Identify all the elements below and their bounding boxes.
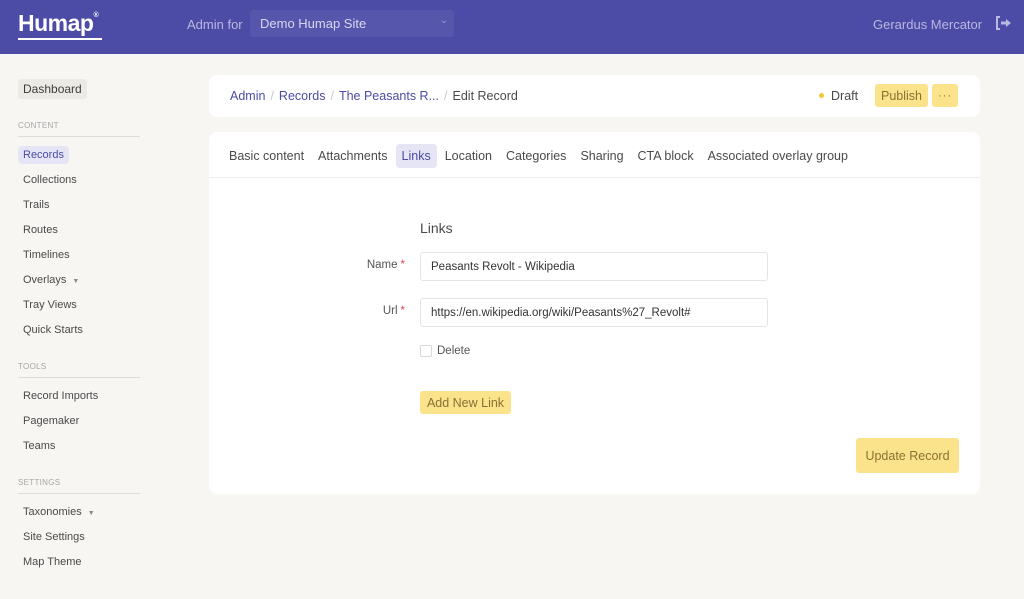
breadcrumb-records[interactable]: Records [279, 89, 326, 103]
sidebar-item-quick-starts[interactable]: Quick Starts [18, 321, 88, 339]
tab-bar: Basic content Attachments Links Location… [223, 144, 856, 168]
registered-mark: ® [93, 12, 99, 19]
caret-down-icon: ▼ [87, 510, 95, 517]
top-bar: Humap® Admin for Demo Humap Site ⌄ Gerar… [0, 0, 1024, 54]
breadcrumb-current: Edit Record [452, 89, 518, 103]
label-text: Url [382, 305, 398, 317]
name-input[interactable] [420, 252, 768, 281]
sidebar-item-pagemaker[interactable]: Pagemaker [18, 412, 84, 430]
tab-associated-overlay-group[interactable]: Associated overlay group [702, 144, 854, 168]
breadcrumb-separator: / [444, 89, 448, 103]
sidebar: Dashboard CONTENT Records Collections Tr… [0, 54, 160, 599]
breadcrumb-record[interactable]: The Peasants R... [339, 89, 439, 103]
logo-underline [18, 38, 102, 40]
required-mark: * [400, 259, 405, 271]
chevron-down-icon: ⌄ [439, 15, 448, 26]
user-name[interactable]: Gerardus Mercator [873, 17, 982, 32]
sidebar-item-label: Taxonomies [23, 506, 82, 518]
sidebar-item-taxonomies[interactable]: Taxonomies ▼ [18, 503, 100, 521]
sidebar-item-routes[interactable]: Routes [18, 221, 63, 239]
tabs-divider [209, 177, 980, 178]
sidebar-item-site-settings[interactable]: Site Settings [18, 528, 90, 546]
sidebar-item-records[interactable]: Records [18, 146, 69, 164]
form-title: Links [420, 220, 453, 236]
breadcrumb-admin[interactable]: Admin [230, 89, 265, 103]
tab-basic-content[interactable]: Basic content [223, 144, 310, 168]
sidebar-item-label: Overlays [23, 274, 67, 286]
publish-button[interactable]: Publish [875, 84, 928, 107]
breadcrumb-separator: / [330, 89, 334, 103]
sidebar-item-teams[interactable]: Teams [18, 437, 60, 455]
url-input[interactable] [420, 298, 768, 327]
breadcrumb-bar: Admin / Records / The Peasants R... / Edit Rec… [209, 75, 980, 117]
site-select-value: Demo Humap Site [260, 16, 367, 31]
section-title-content: CONTENT [18, 121, 140, 137]
status-dot-icon [819, 93, 824, 99]
more-options-button[interactable]: ··· [932, 84, 958, 107]
sidebar-item-record-imports[interactable]: Record Imports [18, 387, 103, 405]
status-badge: Draft [819, 89, 858, 103]
delete-label: Delete [437, 345, 471, 357]
breadcrumb: Admin / Records / The Peasants R... / Edit Rec… [230, 89, 518, 103]
url-label: Url * [325, 305, 405, 317]
tab-location[interactable]: Location [439, 144, 498, 168]
section-title-tools: TOOLS [18, 362, 140, 378]
logout-icon[interactable] [994, 15, 1012, 34]
sidebar-item-timelines[interactable]: Timelines [18, 246, 75, 264]
caret-down-icon: ▼ [72, 278, 80, 285]
add-new-link-button[interactable]: Add New Link [420, 391, 511, 414]
sidebar-item-tray-views[interactable]: Tray Views [18, 296, 82, 314]
name-label: Name * [325, 259, 405, 271]
sidebar-item-map-theme[interactable]: Map Theme [18, 553, 87, 571]
admin-for-label: Admin for [187, 17, 243, 32]
tab-categories[interactable]: Categories [500, 144, 572, 168]
sidebar-item-trails[interactable]: Trails [18, 196, 54, 214]
update-record-button[interactable]: Update Record [856, 438, 959, 473]
tab-attachments[interactable]: Attachments [312, 144, 393, 168]
sidebar-item-overlays[interactable]: Overlays ▼ [18, 271, 84, 289]
sidebar-item-dashboard[interactable]: Dashboard [18, 79, 87, 99]
tab-cta-block[interactable]: CTA block [632, 144, 700, 168]
breadcrumb-separator: / [270, 89, 274, 103]
section-title-settings: SETTINGS [18, 478, 140, 494]
edit-record-panel: Basic content Attachments Links Location… [209, 132, 980, 494]
logo-text: Humap [18, 10, 94, 36]
tab-sharing[interactable]: Sharing [574, 144, 629, 168]
label-text: Name [366, 259, 398, 271]
required-mark: * [400, 305, 405, 317]
humap-logo[interactable]: Humap® [18, 10, 102, 40]
sidebar-item-collections[interactable]: Collections [18, 171, 82, 189]
site-select[interactable]: Demo Humap Site ⌄ [250, 10, 454, 37]
tab-links[interactable]: Links [395, 144, 437, 168]
status-text: Draft [831, 89, 859, 103]
delete-checkbox-row[interactable]: Delete [420, 345, 470, 357]
delete-checkbox[interactable] [420, 345, 432, 357]
